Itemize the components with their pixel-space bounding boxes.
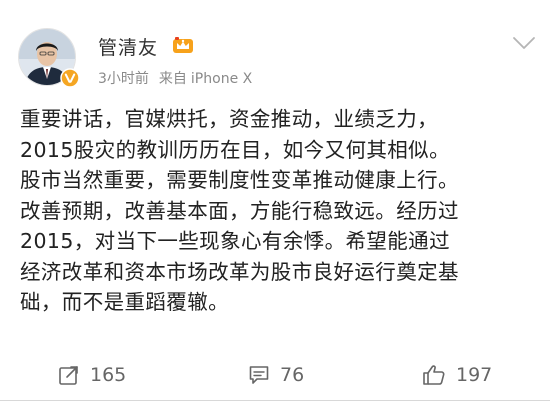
post-text-line: 改善预期，改善基本面，方能行稳致远。经历过 — [20, 198, 459, 223]
chevron-down-icon[interactable] — [512, 36, 536, 50]
comment-button[interactable]: 76 — [248, 358, 304, 392]
username[interactable]: 管清友 — [98, 33, 158, 60]
post-meta: 3小时前 来自 iPhone X — [98, 68, 252, 88]
post-text-line: 2015股灾的教训历历在目，如今又何其相似。 — [20, 137, 450, 162]
source-label: 来自 — [158, 71, 187, 87]
post-text-line: 股市当然重要，需要制度性变革推动健康上行。 — [20, 168, 459, 192]
avatar-container[interactable] — [18, 28, 80, 88]
repost-button[interactable]: 165 — [58, 358, 126, 392]
post-text-line: 重要讲话，官媒烘托，资金推动，业绩乏力， — [20, 107, 438, 131]
post-text-line: 础，而不是重蹈覆辙。 — [20, 290, 229, 314]
comment-icon — [249, 366, 269, 384]
crown-icon[interactable] — [172, 36, 194, 54]
action-bar: 165 76 197 — [0, 358, 550, 392]
post-content[interactable]: 重要讲话，官媒烘托，资金推动，业绩乏力， 2015股灾的教训历历在目，如今又何其… — [20, 104, 532, 318]
post-time: 3小时前 — [98, 71, 149, 87]
thumbs-up-icon — [423, 365, 445, 385]
like-count: 197 — [456, 364, 493, 386]
repost-count: 165 — [90, 364, 127, 386]
divider — [0, 400, 550, 401]
post-text-line: 2015，对当下一些现象心有余悸。希望能通过 — [20, 229, 450, 253]
source-device[interactable]: iPhone X — [191, 71, 252, 87]
post-text-line: 经济改革和资本市场改革为股市良好运行奠定基 — [20, 259, 459, 284]
verified-v-icon — [60, 68, 80, 88]
repost-icon — [59, 366, 78, 385]
comment-count: 76 — [280, 364, 305, 386]
like-button[interactable]: 197 — [422, 358, 492, 392]
weibo-post-card: 管清友 3小时前 来自 iPhone X 重要讲话，官媒烘托，资金推动，业绩乏力， … — [0, 0, 550, 408]
